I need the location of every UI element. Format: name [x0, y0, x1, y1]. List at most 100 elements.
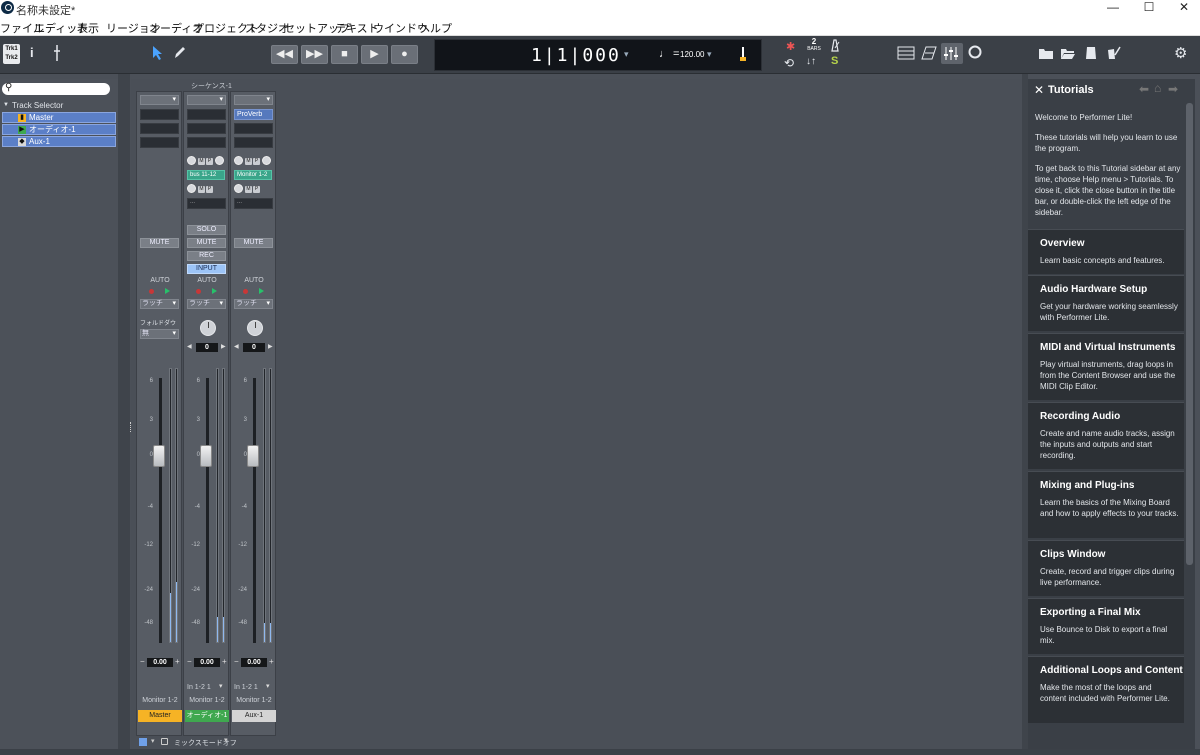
pan-value[interactable]: 0 [196, 343, 218, 352]
send-prefader-icon[interactable]: P [206, 158, 213, 165]
automation-mode-dropdown[interactable]: ラッチ [234, 299, 273, 309]
send-slot-empty[interactable]: ... [187, 198, 226, 209]
notes-icon[interactable] [1106, 45, 1122, 64]
volume-fader[interactable] [153, 445, 165, 467]
pan-left-arrow[interactable]: ◀ [187, 343, 192, 350]
automation-play-icon[interactable] [165, 288, 170, 294]
close-icon[interactable]: ✕ [1034, 83, 1044, 97]
send-slot-empty[interactable]: ... [234, 198, 273, 209]
tutorial-card-overview[interactable]: Overview Learn basic concepts and featur… [1028, 229, 1184, 274]
time-format-dropdown[interactable]: ▾ [624, 49, 629, 60]
strip-name-master[interactable]: Master [138, 710, 182, 722]
record-arm-button[interactable]: REC [187, 251, 226, 261]
pan-value[interactable]: 0 [243, 343, 265, 352]
tutorial-card-mixing[interactable]: Mixing and Plug-ins Learn the basics of … [1028, 471, 1184, 538]
tutorial-card-loops[interactable]: Additional Loops and Content Make the mo… [1028, 656, 1184, 723]
piano-roll-icon[interactable] [920, 45, 938, 64]
insert-slot[interactable] [234, 123, 273, 134]
automation-mode-dropdown[interactable]: ラッチ [140, 299, 179, 309]
send-pan-knob[interactable] [262, 156, 271, 165]
send-prefader-icon[interactable]: P [253, 186, 260, 193]
strip-name-aux-1[interactable]: Aux-1 [232, 710, 276, 722]
tutorials-scrollbar[interactable] [1185, 103, 1194, 743]
rewind-button[interactable]: ◀◀ [271, 45, 298, 64]
send-knob[interactable] [187, 184, 196, 193]
menu-help[interactable]: ヘルプ [419, 20, 452, 36]
left-divider[interactable] [118, 74, 131, 749]
insert-slot[interactable] [187, 123, 226, 134]
mute-button[interactable]: MUTE [140, 238, 179, 248]
aux-input-dropdown[interactable] [234, 95, 273, 105]
send-prefader-icon[interactable]: P [253, 158, 260, 165]
automation-record-icon[interactable] [149, 289, 154, 294]
output-label[interactable]: Monitor 1-2 [140, 697, 180, 704]
loop-icon[interactable]: ⟲ [784, 56, 794, 70]
gear-icon[interactable]: ⚙ [1174, 44, 1187, 62]
insert-slot-proverb[interactable]: ProVerb [234, 109, 273, 120]
volume-fader[interactable] [200, 445, 212, 467]
mix-mode-dropdown-icon[interactable]: ▾ [224, 736, 228, 744]
insert-slot[interactable] [187, 137, 226, 148]
output-label[interactable]: Monitor 1-2 [234, 697, 274, 704]
fast-forward-button[interactable]: ▶▶ [301, 45, 328, 64]
pencil-tool-icon[interactable] [172, 45, 186, 64]
menu-view[interactable]: 表示 [77, 20, 99, 36]
punch-icon[interactable]: ↓↑ [806, 56, 816, 67]
arrow-tool-icon[interactable] [151, 45, 163, 64]
volume-value[interactable]: 0.00 [241, 658, 267, 667]
input-dropdown-icon[interactable]: ▾ [266, 682, 270, 690]
tutorial-card-midi[interactable]: MIDI and Virtual Instruments Play virtua… [1028, 333, 1184, 400]
volume-fader[interactable] [247, 445, 259, 467]
track-selector-header[interactable]: ▼ Track Selector [0, 100, 118, 111]
volume-minus[interactable]: − [187, 657, 192, 666]
tempo-dropdown-icon[interactable]: ▾ [707, 49, 712, 60]
mixer-view-button[interactable] [941, 43, 963, 64]
pan-knob[interactable] [247, 320, 263, 336]
metronome-small-icon[interactable] [740, 46, 746, 62]
insert-slot[interactable] [140, 109, 179, 120]
mute-button[interactable]: MUTE [234, 238, 273, 248]
stop-button[interactable]: ■ [331, 45, 358, 64]
send-destination[interactable]: bus 11-12 [187, 170, 225, 180]
volume-plus[interactable]: + [222, 657, 227, 666]
track-selector-item-aux-1[interactable]: ◆ Aux-1 [2, 136, 116, 147]
send-prefader-icon[interactable]: P [206, 186, 213, 193]
time-position[interactable]: 1|1|000 [531, 45, 621, 66]
pan-right-arrow[interactable]: ▶ [268, 343, 273, 350]
folder-icon[interactable] [1038, 46, 1054, 63]
insert-slot[interactable] [140, 123, 179, 134]
send-knob[interactable] [234, 184, 243, 193]
forward-arrow-icon[interactable]: ➡ [1168, 82, 1178, 96]
volume-plus[interactable]: + [269, 657, 274, 666]
library-icon[interactable] [1084, 45, 1098, 64]
record-button[interactable]: ● [391, 45, 418, 64]
send-mute-icon[interactable]: M [198, 158, 205, 165]
automation-record-icon[interactable] [243, 289, 248, 294]
back-arrow-icon[interactable]: ⬅ [1139, 82, 1149, 96]
marker-icon[interactable] [52, 44, 62, 65]
volume-value[interactable]: 0.00 [194, 658, 220, 667]
pan-knob[interactable] [200, 320, 216, 336]
track-selector-item-master[interactable]: ▮ Master [2, 112, 116, 123]
close-button[interactable]: ✕ [1166, 0, 1200, 17]
pan-right-arrow[interactable]: ▶ [221, 343, 226, 350]
info-button[interactable]: i [30, 45, 34, 60]
automation-mode-dropdown[interactable]: ラッチ [187, 299, 226, 309]
scrollbar-thumb[interactable] [1186, 103, 1193, 565]
track-toggle-button[interactable]: Trk1 Trk2 [3, 44, 20, 64]
tutorial-card-recording[interactable]: Recording Audio Create and name audio tr… [1028, 402, 1184, 469]
mute-button[interactable]: MUTE [187, 238, 226, 248]
send-mute-icon[interactable]: M [245, 186, 252, 193]
volume-value[interactable]: 0.00 [147, 658, 173, 667]
send-knob[interactable] [234, 156, 243, 165]
maximize-button[interactable]: ☐ [1131, 0, 1167, 17]
precount-icon[interactable]: ✱ [786, 40, 795, 53]
metronome-icon[interactable] [829, 38, 841, 55]
open-folder-icon[interactable] [1060, 46, 1076, 63]
automation-record-icon[interactable] [196, 289, 201, 294]
automation-play-icon[interactable] [259, 288, 264, 294]
fold-down-dropdown[interactable]: 無 [140, 329, 179, 339]
volume-minus[interactable]: − [140, 657, 145, 666]
solo-button[interactable]: SOLO [187, 225, 226, 235]
send-destination[interactable]: Monitor 1-2 [234, 170, 272, 180]
